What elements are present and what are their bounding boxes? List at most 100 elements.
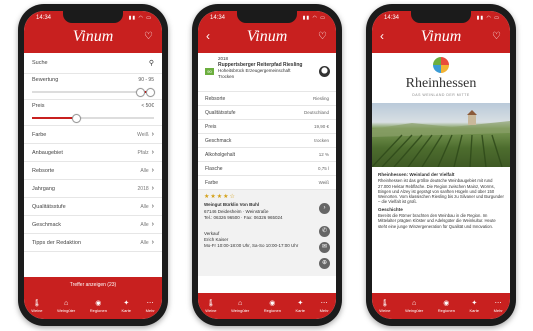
- search-label: Suche: [32, 60, 48, 66]
- detail-label: Farbe: [205, 179, 219, 186]
- tab-karte[interactable]: ✦ Karte: [121, 300, 131, 313]
- filter-row-qualitaetsstufe[interactable]: Qualitätsstufe Alle ›: [24, 198, 162, 216]
- price-knob[interactable]: [72, 114, 82, 123]
- winery-info: ★★★★☆ Weingut Bürklin Von Buhl 67146 Dei…: [198, 190, 336, 276]
- chevron-right-icon: ›: [151, 131, 154, 138]
- tab-karte[interactable]: ✦ Karte: [295, 300, 305, 313]
- intro-heading: Rheinhessen: Weinland der Vielfalt: [378, 172, 455, 177]
- tab-weine[interactable]: 🌡 Weine: [205, 300, 216, 313]
- detail-row: Geschmack trocken: [198, 134, 336, 148]
- price-track: [32, 114, 154, 123]
- rating-slider[interactable]: Bewertung 90 - 95: [24, 74, 162, 100]
- filter-row-value: Alle: [140, 204, 149, 210]
- vinum-logo: Vinum: [72, 28, 114, 45]
- seller-hours: Mo-Fr 10:00-18:00 Uhr, Sa-So 10:00-17:00…: [204, 243, 299, 248]
- filter-row-value: Alle: [140, 240, 149, 246]
- tab-regionen[interactable]: ◉ Regionen: [90, 300, 107, 313]
- filter-screen: 14:34 ▮▮ ◠ ▭ Vinum ♡ Suche ⚲ Bewertung 9…: [24, 11, 162, 319]
- show-results-button[interactable]: Treffer anzeigen (23): [24, 277, 162, 293]
- web-icon[interactable]: ⊕: [319, 258, 330, 269]
- winery-title[interactable]: Weingut Bürklin Von Buhl: [204, 202, 309, 208]
- history-paragraph: Bereits die Römer brachten den Weinbau i…: [378, 213, 496, 229]
- search-row[interactable]: Suche ⚲: [24, 53, 162, 74]
- tab-mehr[interactable]: ⋯ Mehr: [146, 300, 155, 313]
- chevron-right-icon[interactable]: ›: [319, 203, 330, 214]
- status-icons: ▮▮ ◠ ▭: [302, 15, 326, 21]
- rating-track: [32, 88, 155, 97]
- chevron-right-icon: ›: [151, 167, 154, 174]
- chevron-right-icon: ›: [151, 185, 154, 192]
- chevron-right-icon: ›: [151, 203, 154, 210]
- detail-value: 0,75 l: [317, 166, 329, 171]
- tab-label: Mehr: [145, 307, 155, 313]
- price-value: < 50€: [141, 103, 154, 109]
- detail-row: Qualitätsstufe Deutschland: [198, 106, 336, 120]
- favorite-heart-icon[interactable]: ♡: [318, 31, 327, 42]
- notch: [411, 11, 471, 23]
- detail-value: Riesling: [312, 96, 329, 101]
- region-text: Rheinhessen: Weinland der Vielfalt Rhein…: [372, 167, 510, 232]
- winery-icon: ⌂: [64, 299, 69, 307]
- filter-row-jahrgang[interactable]: Jahrgang 2018 ›: [24, 180, 162, 198]
- tab-mehr[interactable]: ⋯ Mehr: [494, 300, 503, 313]
- region-subtitle: DAS WEINLAND DER MITTE: [412, 93, 470, 97]
- tab-karte[interactable]: ✦ Karte: [469, 300, 479, 313]
- filter-row-value: Alle: [140, 222, 149, 228]
- history-heading: Geschichte: [378, 206, 403, 212]
- tab-label: Mehr: [493, 307, 503, 313]
- region-content: Rheinhessen DAS WEINLAND DER MITTE Rhein…: [372, 53, 510, 293]
- tab-label: Weingüter: [405, 307, 424, 313]
- tab-weine[interactable]: 🌡 Weine: [379, 300, 390, 313]
- filter-list: Suche ⚲ Bewertung 90 - 95 Preis < 50€ Fa…: [24, 53, 162, 293]
- phone-region: 14:34 ▮▮ ◠ ▭ ‹ Vinum ♡ Rheinhessen DAS W…: [366, 4, 516, 326]
- filter-row-value: Alle: [140, 168, 149, 174]
- filter-row-rebsorte[interactable]: Rebsorte Alle ›: [24, 162, 162, 180]
- rating-max-knob[interactable]: [145, 88, 155, 97]
- tab-weingueter[interactable]: ⌂ Weingüter: [57, 300, 75, 313]
- filter-row-anbaugebiet[interactable]: Anbaugebiet Pfalz ›: [24, 144, 162, 162]
- detail-label: Preis: [205, 123, 217, 130]
- wine-type: Trocken: [218, 74, 235, 79]
- vinum-logo: Vinum: [420, 28, 462, 45]
- favorite-heart-icon[interactable]: ♡: [144, 31, 153, 42]
- phone-icon[interactable]: ✆: [319, 226, 330, 237]
- favorite-heart-icon[interactable]: ♡: [492, 31, 501, 42]
- status-time: 14:34: [210, 15, 226, 21]
- tab-weine[interactable]: 🌡 Weine: [31, 300, 42, 313]
- mail-icon[interactable]: ✉: [319, 242, 330, 253]
- chevron-right-icon: ›: [151, 221, 154, 228]
- tab-regionen[interactable]: ◉ Regionen: [264, 300, 281, 313]
- notch: [237, 11, 297, 23]
- filter-row-label: Tipps der Redaktion: [32, 239, 82, 246]
- filter-row-label: Geschmack: [32, 221, 62, 228]
- tab-label: Karte: [121, 307, 132, 313]
- tab-regionen[interactable]: ◉ Regionen: [438, 300, 455, 313]
- app-header: 14:34 ▮▮ ◠ ▭ ‹ Vinum ♡: [372, 11, 510, 53]
- vineyard-photo: [372, 103, 510, 167]
- filter-row-geschmack[interactable]: Geschmack Alle ›: [24, 216, 162, 234]
- tab-weingueter[interactable]: ⌂ Weingüter: [231, 300, 249, 313]
- winery-icon: ⌂: [238, 299, 243, 307]
- search-icon[interactable]: ⚲: [149, 59, 154, 67]
- tab-label: Weingüter: [57, 307, 76, 313]
- tab-mehr[interactable]: ⋯ Mehr: [320, 300, 329, 313]
- wine-detail-content: 90 2018 Ruppertsberger Reiterpfad Riesli…: [198, 53, 336, 293]
- detail-value: Weiß: [318, 180, 329, 185]
- detail-row: Rebsorte Riesling: [198, 92, 336, 106]
- rating-min-knob[interactable]: [135, 88, 145, 97]
- filter-row-farbe[interactable]: Farbe Weiß ›: [24, 126, 162, 144]
- wine-glass-icon: 🌡: [206, 299, 216, 307]
- rating-value: 90 - 95: [138, 77, 154, 83]
- price-slider[interactable]: Preis < 50€: [24, 100, 162, 126]
- winery-address: 67146 Deidesheim · Weinstraße: [204, 209, 269, 214]
- tab-label: Weine: [31, 307, 43, 313]
- tab-bar: 🌡 Weine ⌂ Weingüter ◉ Regionen ✦ Karte ⋯ Mehr: [24, 293, 162, 319]
- seller-label: Verkauf: [204, 231, 220, 236]
- filter-row-tipps[interactable]: Tipps der Redaktion Alle ›: [24, 234, 162, 252]
- detail-label: Geschmack: [205, 137, 232, 144]
- tab-bar: 🌡 Weine ⌂ Weingüter ◉ Regionen ✦ Karte ⋯ Mehr: [372, 293, 510, 319]
- detail-value: trocken: [314, 138, 329, 143]
- winery-phone: Tel.: 06326 96500 · Fax: 06326 965024: [204, 215, 283, 220]
- tab-weingueter[interactable]: ⌂ Weingüter: [405, 300, 423, 313]
- bookmark-icon[interactable]: ⬤: [319, 66, 330, 77]
